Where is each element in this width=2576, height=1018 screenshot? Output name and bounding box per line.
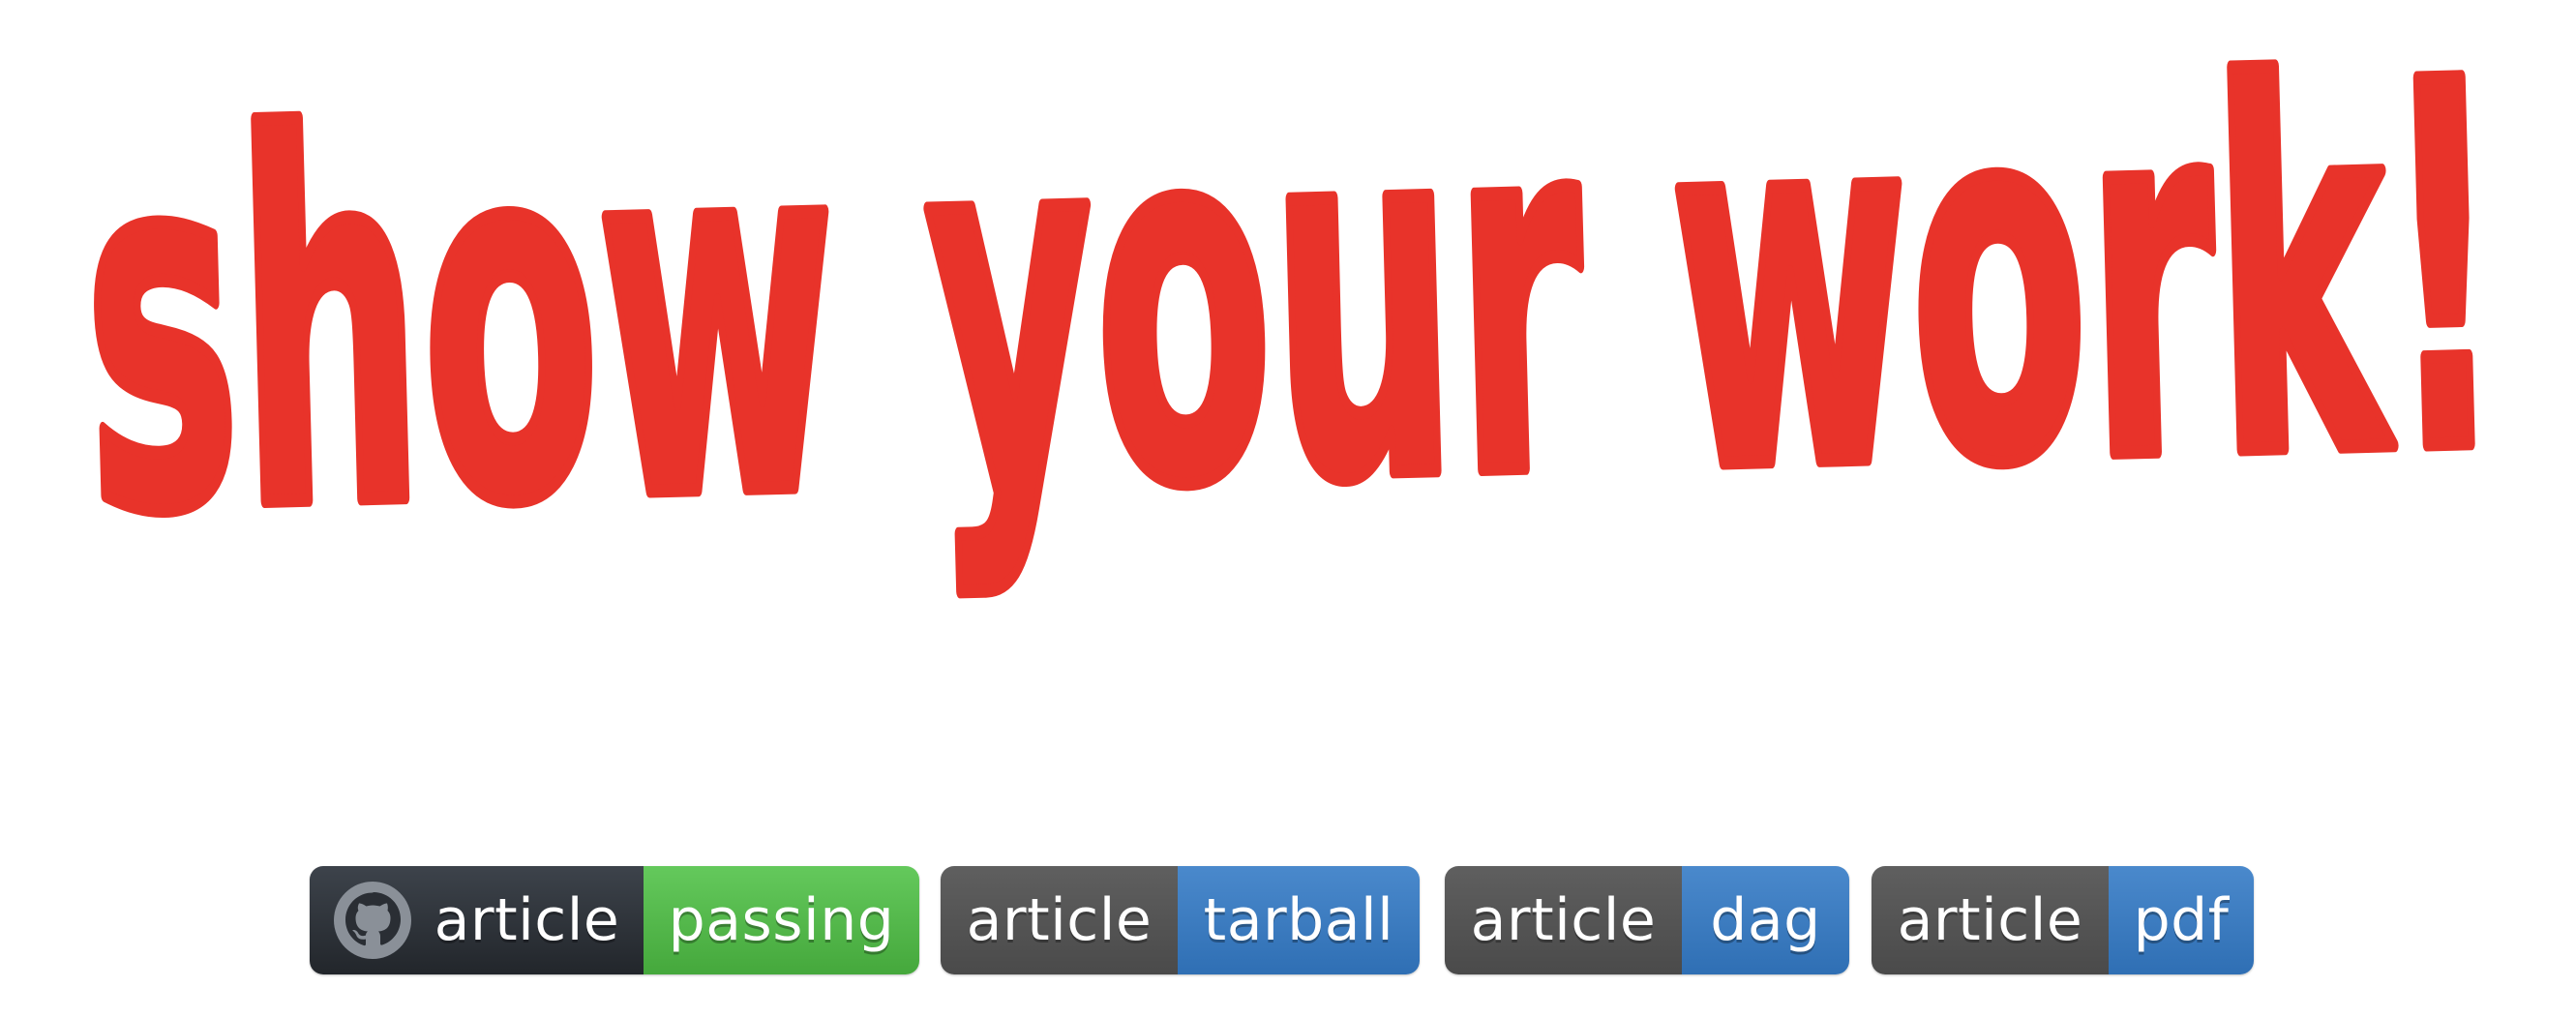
page: show your work! article passing article …: [0, 0, 2576, 1018]
badge-article-dag[interactable]: article dag: [1445, 866, 1849, 974]
badge-label-segment: article: [1872, 866, 2109, 974]
badge-message: tarball: [1203, 886, 1394, 954]
badge-row: article passing article tarball article …: [0, 866, 2576, 974]
badge-article-tarball[interactable]: article tarball: [941, 866, 1420, 974]
logo-text: show your work!: [77, 19, 2511, 625]
badge-label-segment: article: [941, 866, 1178, 974]
github-icon: [333, 882, 411, 959]
badge-label: article: [1897, 886, 2083, 954]
badge-label: article: [966, 886, 1153, 954]
badge-message-segment: tarball: [1178, 866, 1420, 974]
badge-message: pdf: [2133, 886, 2230, 954]
badge-label-segment: article: [310, 866, 644, 974]
badge-label-segment: article: [1445, 866, 1682, 974]
badge-label: article: [434, 886, 620, 954]
badge-message-segment: pdf: [2109, 866, 2254, 974]
badge-article-passing[interactable]: article passing: [310, 866, 919, 974]
badge-message: passing: [668, 886, 895, 954]
logo: show your work!: [58, 19, 2535, 697]
badge-message-segment: passing: [644, 866, 919, 974]
badge-article-pdf[interactable]: article pdf: [1872, 866, 2254, 974]
badge-message-segment: dag: [1682, 866, 1849, 974]
badge-label: article: [1470, 886, 1657, 954]
badge-message: dag: [1710, 886, 1821, 954]
